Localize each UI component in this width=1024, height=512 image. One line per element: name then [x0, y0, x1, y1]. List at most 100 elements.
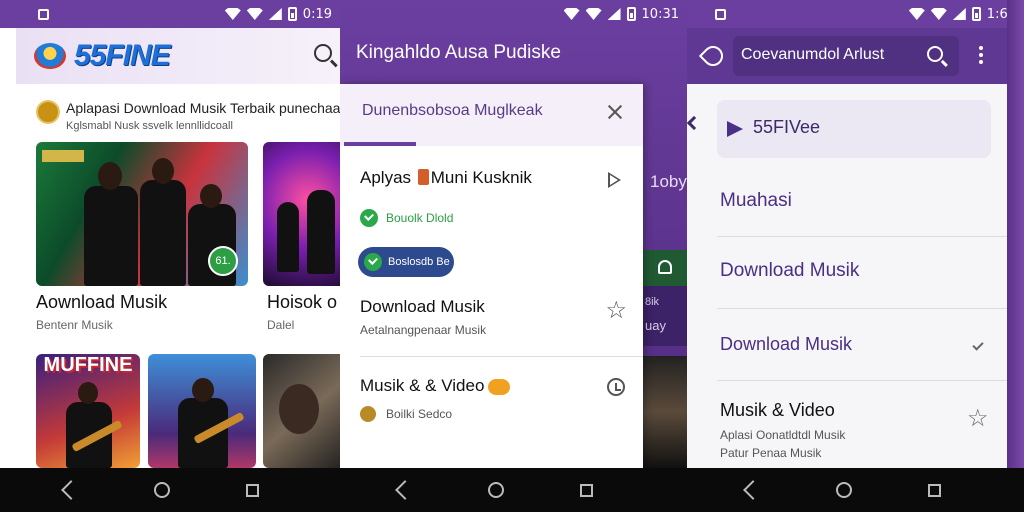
background-strip: [643, 286, 687, 346]
play-icon[interactable]: [608, 172, 621, 188]
star-icon[interactable]: ☆: [967, 404, 989, 433]
search-icon[interactable]: [314, 44, 332, 62]
recents-icon[interactable]: [246, 483, 259, 497]
divider: [360, 356, 643, 357]
wifi-icon: [585, 8, 602, 20]
list-item[interactable]: Download Musik: [720, 334, 852, 355]
list-item[interactable]: Muahasi: [720, 190, 792, 212]
card-badge: 61.: [208, 246, 238, 276]
selected-item-label: 55FIVee: [753, 117, 821, 137]
search-input-value[interactable]: Coevanumdol Arlust: [741, 46, 884, 64]
notice-banner[interactable]: Aplapasi Download Musik Terbaik punechaa…: [36, 100, 340, 132]
sheet-title: Dunenbsobsoa Muglkeak: [362, 102, 543, 119]
bottom-sheet: Dunenbsobsoa Muglkeak Aplyas Muni Kuskni…: [340, 84, 643, 468]
menu-item-title[interactable]: Aplyas Muni Kusknik: [360, 168, 532, 188]
card-overlay-text: MUFFINE: [43, 354, 133, 376]
list-item-subtitle: Patur Penaa Musik: [720, 446, 822, 460]
clock-icon[interactable]: [607, 378, 625, 396]
screen: 0:19 55FINE Aplapasi Download Musik Terb…: [0, 0, 1024, 512]
star-icon[interactable]: ☆: [605, 296, 627, 325]
card-subtitle: Dalel: [267, 318, 295, 332]
check-icon: [972, 339, 984, 351]
panel-search-list: 1:63 Coevanumdol Arlust 55FIVee Muahasi …: [687, 0, 1024, 468]
music-card[interactable]: MUFFINE: [36, 354, 140, 468]
background-photo: [643, 356, 687, 468]
notification-icon: [38, 8, 49, 20]
panel-menu-sheet: 10:31 Kingahldo Ausa Pudiske 1oby 8ik ua…: [340, 0, 687, 468]
music-card[interactable]: [263, 354, 340, 468]
menu-item-subtitle: Aetalnangpenaar Musik: [360, 323, 487, 337]
menu-item-title[interactable]: Download Musik: [360, 297, 485, 317]
close-icon[interactable]: [607, 104, 623, 120]
home-icon[interactable]: [488, 482, 504, 498]
wifi-icon: [224, 8, 241, 20]
menu-item-subtitle: Boilki Sedco: [386, 407, 453, 421]
status-time: 0:19: [302, 6, 332, 22]
app-title: Kingahldo Ausa Pudiske: [356, 42, 561, 63]
send-icon: [727, 121, 743, 137]
menu-list: 55FIVee Muahasi Download Musik Download …: [687, 84, 1007, 468]
back-icon[interactable]: [743, 480, 763, 500]
wifi-icon: [246, 8, 263, 20]
music-card[interactable]: [263, 142, 340, 286]
more-icon[interactable]: [979, 46, 983, 66]
back-icon[interactable]: [61, 480, 81, 500]
check-circle-icon: [364, 253, 382, 271]
card-title: Aownload Musik: [36, 292, 168, 312]
wifi-icon: [563, 8, 580, 20]
music-card[interactable]: [148, 354, 256, 468]
app-header: 55FINE: [16, 28, 340, 84]
list-item[interactable]: Download Musik: [720, 260, 859, 282]
logo-icon: [34, 43, 66, 69]
background-text: uay: [645, 318, 666, 333]
list-item-title[interactable]: Musik & Video: [720, 400, 835, 421]
card-title: Hoisok o: [267, 292, 338, 312]
signal-icon: [268, 8, 282, 20]
home-icon[interactable]: [154, 482, 170, 498]
background-text: 1oby: [650, 172, 687, 191]
app-bar: Coevanumdol Arlust: [687, 28, 1007, 84]
divider: [717, 380, 1007, 381]
pill-label: Boslosdb Be: [388, 256, 450, 268]
user-icon: [658, 260, 672, 274]
selected-item[interactable]: 55FIVee: [717, 100, 991, 158]
status-bar: 10:31: [340, 0, 687, 28]
back-icon[interactable]: [395, 480, 415, 500]
divider: [717, 308, 1007, 309]
list-item-subtitle: Aplasi Oonatldtdl Musik: [720, 428, 846, 442]
card-label: [42, 150, 84, 162]
divider: [717, 236, 1007, 237]
location-icon[interactable]: [698, 41, 728, 71]
emoji-icon: [488, 378, 511, 395]
battery-icon: [971, 7, 981, 21]
notice-subtitle: Kglsmabl Nusk ssvelk lennllidcoall: [66, 120, 233, 132]
app-logo-text: 55FINE: [74, 39, 171, 72]
feed: Aplapasi Download Musik Terbaik punechaa…: [16, 84, 340, 468]
menu-item-title[interactable]: Musik & & Video: [360, 376, 511, 396]
check-circle-icon: [360, 209, 378, 227]
wifi-icon: [908, 8, 925, 20]
battery-icon: [287, 7, 297, 21]
recents-icon[interactable]: [928, 483, 941, 497]
panel-home: 0:19 55FINE Aplapasi Download Musik Terb…: [0, 0, 340, 468]
panel-edge: [1007, 0, 1024, 468]
status-bar: 1:63: [687, 0, 1024, 28]
battery-icon: [626, 7, 636, 21]
search-field[interactable]: Coevanumdol Arlust: [733, 36, 959, 76]
bookmark-icon: [417, 169, 429, 185]
recents-icon[interactable]: [580, 483, 593, 497]
status-pill[interactable]: Boslosdb Be: [358, 247, 454, 277]
status-label: Bouolk Dlold: [386, 211, 454, 225]
signal-icon: [607, 8, 621, 20]
notification-icon: [715, 8, 726, 20]
status-bar: 0:19: [0, 0, 340, 28]
music-note-icon: [360, 406, 376, 422]
tab-indicator: [344, 142, 416, 146]
music-card[interactable]: 61.: [36, 142, 248, 286]
avatar: [36, 100, 60, 124]
sheet-header: Dunenbsobsoa Muglkeak: [340, 84, 643, 146]
search-icon[interactable]: [927, 46, 943, 62]
card-subtitle: Bentenr Musik: [36, 318, 113, 332]
chevron-left-icon[interactable]: [687, 115, 702, 131]
home-icon[interactable]: [836, 482, 852, 498]
